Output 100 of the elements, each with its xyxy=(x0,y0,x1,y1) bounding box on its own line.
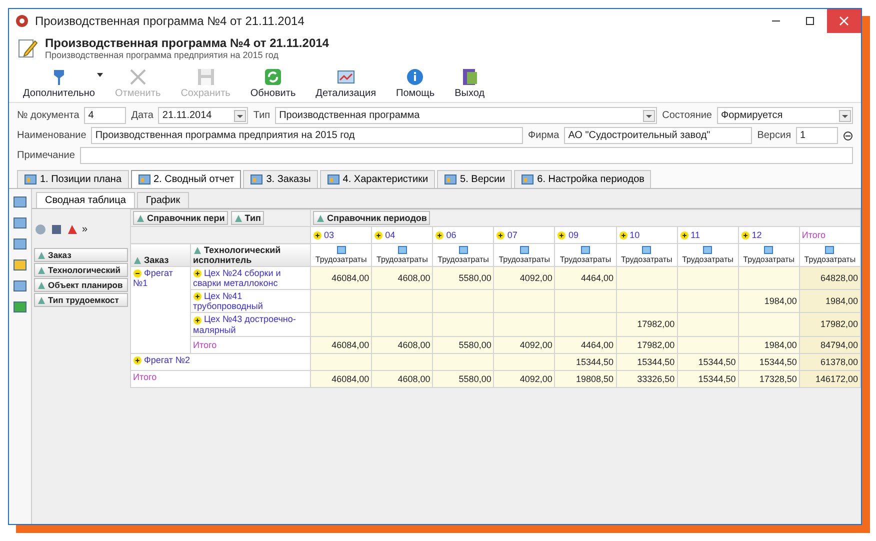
dropdown-field[interactable]: Формируется xyxy=(717,107,853,124)
field-list-item[interactable]: Технологический xyxy=(34,263,128,277)
table-cell: 17982,00 xyxy=(799,312,860,336)
table-cell: 5580,00 xyxy=(432,266,494,290)
sidebar-tool-icon[interactable] xyxy=(13,216,27,230)
table-icon xyxy=(326,173,340,186)
sidebar-tool-icon[interactable] xyxy=(13,258,27,272)
total-label: Итого xyxy=(130,370,311,387)
toolbar-button[interactable]: Выход xyxy=(448,65,493,100)
expand-icon[interactable] xyxy=(618,231,628,240)
field-list-item[interactable]: Тип трудоемкост xyxy=(34,293,128,307)
row-cell[interactable]: Цех №43 достроечно-малярный xyxy=(190,312,311,336)
table-cell: 4092,00 xyxy=(494,266,555,290)
table-icon xyxy=(138,173,150,186)
tab[interactable]: 4. Характеристики xyxy=(320,170,436,188)
table-cell: 146172,00 xyxy=(799,370,860,387)
column-header[interactable]: Итого xyxy=(799,226,860,244)
tab[interactable]: График xyxy=(136,192,190,208)
field-list-item[interactable]: Заказ xyxy=(34,248,128,262)
expand-icon[interactable] xyxy=(740,231,750,240)
column-header[interactable]: 10 xyxy=(616,226,678,244)
filter-field[interactable]: Тип xyxy=(230,211,264,225)
table-icon xyxy=(250,173,264,186)
field-list-item[interactable]: Объект планиров xyxy=(34,278,128,292)
expand-icon[interactable] xyxy=(680,231,689,240)
sidebar-tool-icon[interactable] xyxy=(13,279,27,293)
input-field[interactable]: 1 xyxy=(796,127,838,144)
field-label: Наименование xyxy=(17,130,86,141)
expand-icon[interactable] xyxy=(435,231,444,240)
input-field[interactable]: 4 xyxy=(84,107,126,124)
column-header[interactable]: Трудозатраты xyxy=(738,244,800,267)
sidebar-tool-icon[interactable] xyxy=(13,195,27,209)
expand-icon[interactable] xyxy=(496,231,506,240)
expand-icon[interactable] xyxy=(374,231,384,240)
column-field[interactable]: Справочник периодов xyxy=(313,211,430,225)
column-header[interactable]: Трудозатраты xyxy=(310,244,372,267)
close-button[interactable] xyxy=(827,9,861,33)
table-cell: 46084,00 xyxy=(310,370,372,387)
pencil-document-icon xyxy=(17,37,39,59)
tab[interactable]: 2. Сводный отчет xyxy=(130,170,242,188)
toolbar-button[interactable]: Обновить xyxy=(244,65,304,100)
table-cell: 5580,00 xyxy=(432,336,494,353)
collapse-icon[interactable] xyxy=(133,269,142,278)
collapse-icon[interactable] xyxy=(843,130,853,140)
column-header[interactable]: Трудозатраты xyxy=(494,244,555,267)
more-tools-button[interactable]: » xyxy=(82,224,88,234)
input-field[interactable] xyxy=(80,147,853,164)
input-field[interactable]: Производственная программа предприятия на 2015 год xyxy=(91,127,524,144)
expand-icon[interactable] xyxy=(193,316,202,324)
caret-icon xyxy=(96,73,103,77)
date-field[interactable]: 21.11.2014 xyxy=(158,107,248,124)
field-icon xyxy=(193,246,202,256)
row-header[interactable]: Заказ xyxy=(130,244,190,267)
row-header[interactable]: Технологический исполнитель xyxy=(190,244,311,267)
expand-icon[interactable] xyxy=(193,292,202,302)
tab[interactable]: 1. Позиции плана xyxy=(17,170,128,188)
table-cell: 17982,00 xyxy=(616,312,678,336)
tab[interactable]: Сводная таблица xyxy=(36,192,135,208)
column-header[interactable]: 09 xyxy=(554,226,616,244)
measure-icon xyxy=(398,246,407,254)
column-header[interactable]: 03 xyxy=(310,226,372,244)
column-header[interactable]: Трудозатраты xyxy=(799,244,860,267)
sidebar-tool-icon[interactable] xyxy=(13,237,27,251)
expand-icon[interactable] xyxy=(193,269,202,278)
pivot-tool-icon[interactable] xyxy=(50,222,63,236)
column-header[interactable]: Трудозатраты xyxy=(554,244,616,267)
table-cell: 4608,00 xyxy=(372,370,433,387)
row-cell[interactable]: Цех №24 сборки и сварки металлоконс xyxy=(190,266,311,290)
tab[interactable]: 6. Настройка периодов xyxy=(514,170,652,188)
tab[interactable]: 3. Заказы xyxy=(243,170,318,188)
row-group-cell[interactable]: Фрегат №2 xyxy=(130,353,311,370)
expand-icon[interactable] xyxy=(557,231,566,240)
column-header[interactable]: Трудозатраты xyxy=(677,244,738,267)
pivot-tool-icon[interactable] xyxy=(66,222,79,236)
row-cell[interactable]: Цех №41 трубопроводный xyxy=(190,290,311,313)
tab[interactable]: 5. Версии xyxy=(437,170,512,188)
field-label: Дата xyxy=(131,110,154,121)
input-field[interactable]: АО "Судостроительный завод" xyxy=(564,127,752,144)
table-cell: 46084,00 xyxy=(310,336,372,353)
expand-icon[interactable] xyxy=(133,356,142,365)
column-header[interactable]: 11 xyxy=(677,226,738,244)
toolbar-button[interactable]: Дополнительно xyxy=(17,65,103,100)
column-header[interactable]: 12 xyxy=(738,226,800,244)
sidebar-tool-icon[interactable] xyxy=(13,300,27,314)
row-group-cell[interactable]: Фрегат №1 xyxy=(130,266,190,353)
window-title: Производственная программа №4 от 21.11.2014 xyxy=(35,14,304,28)
column-header[interactable]: 04 xyxy=(372,226,433,244)
field-label: Тип xyxy=(253,110,270,121)
dropdown-field[interactable]: Производственная программа xyxy=(275,107,658,124)
column-header[interactable]: Трудозатраты xyxy=(372,244,433,267)
column-header[interactable]: Трудозатраты xyxy=(432,244,494,267)
table-cell: 15344,50 xyxy=(677,370,738,387)
filter-field[interactable]: Справочник пери xyxy=(133,211,228,225)
table-cell: 84794,00 xyxy=(799,336,860,353)
column-header[interactable]: Трудозатраты xyxy=(616,244,678,267)
column-header[interactable]: 06 xyxy=(432,226,494,244)
expand-icon[interactable] xyxy=(313,231,322,240)
toolbar-button[interactable]: Детализация xyxy=(310,65,384,100)
toolbar-button[interactable]: Помощь xyxy=(390,65,443,100)
column-header[interactable]: 07 xyxy=(494,226,555,244)
